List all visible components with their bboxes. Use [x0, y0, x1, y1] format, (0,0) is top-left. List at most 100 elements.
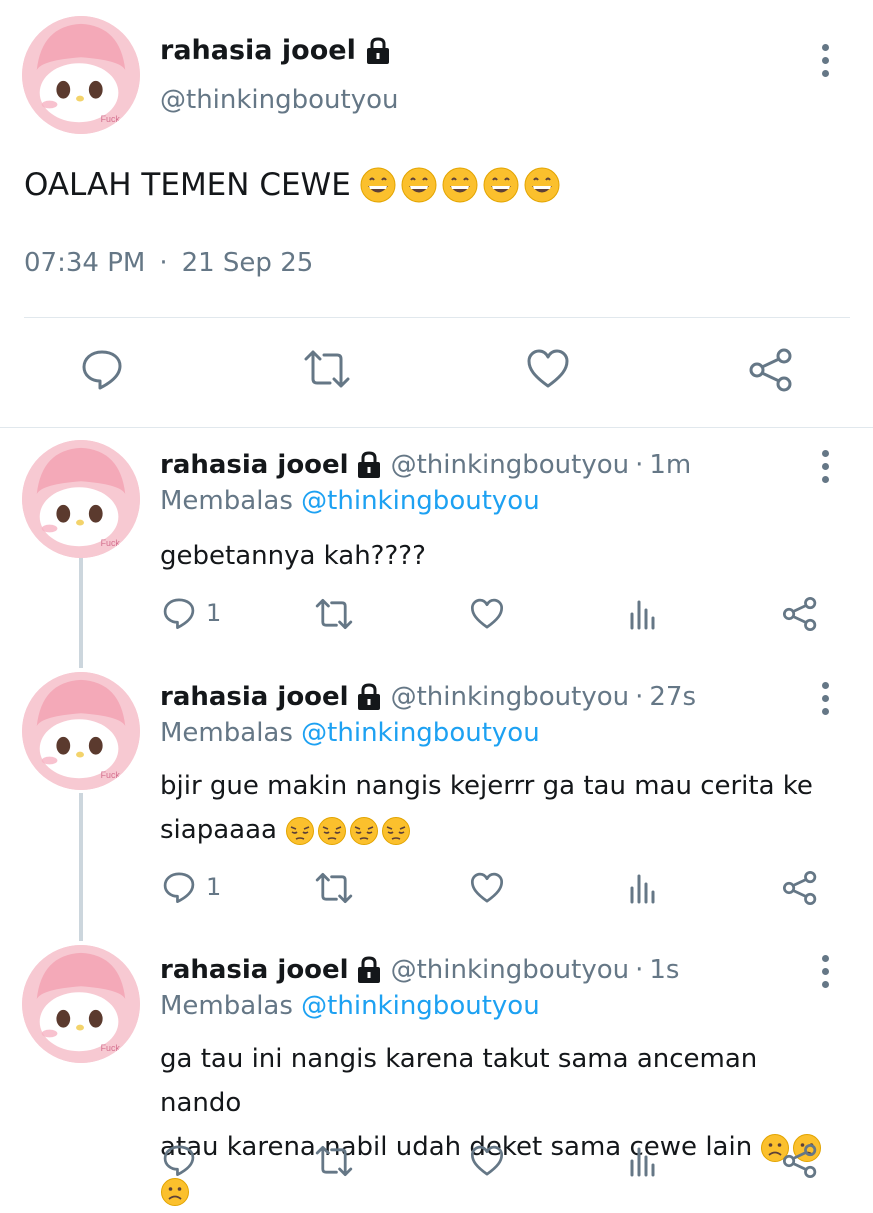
reply-button[interactable]: 1: [162, 870, 221, 904]
avatar[interactable]: Fuck: [22, 672, 140, 790]
retweet-button[interactable]: [302, 349, 352, 389]
more-icon[interactable]: [820, 682, 830, 715]
display-name[interactable]: rahasia jooel: [160, 955, 349, 985]
tweet-time[interactable]: 07:34 PM: [24, 248, 145, 278]
share-button[interactable]: [782, 596, 818, 632]
grin-emoji: [401, 167, 437, 203]
avatar-text: Fuck: [101, 1043, 121, 1053]
replying-prefix: Membalas: [160, 486, 293, 516]
like-icon: [470, 872, 504, 903]
retweet-button[interactable]: [314, 598, 354, 630]
retweet-icon: [315, 1146, 353, 1176]
retweet-icon: [304, 350, 350, 388]
replying-prefix: Membalas: [160, 718, 293, 748]
analytics-icon: [630, 600, 655, 630]
reply-time[interactable]: 27s: [649, 682, 696, 712]
like-button[interactable]: [470, 598, 504, 630]
mention-link[interactable]: @thinkingboutyou: [301, 486, 540, 516]
replying-prefix: Membalas: [160, 991, 293, 1021]
display-name[interactable]: rahasia jooel: [160, 35, 392, 66]
avatar-text: Fuck: [101, 770, 121, 780]
tweet-meta: 07:34 PM · 21 Sep 25: [24, 248, 313, 278]
meta-separator: ·: [635, 955, 644, 985]
avatar[interactable]: Fuck: [22, 16, 140, 134]
reply-text: bjir gue makin nangis kejerrr ga tau mau…: [160, 764, 840, 852]
reply-time[interactable]: 1m: [649, 450, 691, 480]
like-icon: [470, 598, 504, 629]
reply-header: rahasia jooel @thinkingboutyou · 1m: [160, 450, 691, 480]
more-icon[interactable]: [820, 44, 830, 77]
emoji-row: [359, 166, 561, 204]
meta-separator: ·: [635, 450, 644, 480]
reply-count: 1: [206, 873, 222, 901]
lock-icon: [357, 451, 380, 478]
reply-actions: [0, 1143, 873, 1183]
more-icon[interactable]: [820, 450, 830, 483]
reply-count: 1: [206, 599, 222, 627]
handle[interactable]: @thinkingboutyou: [391, 955, 630, 985]
meta-separator: ·: [159, 248, 168, 278]
retweet-button[interactable]: [314, 1145, 354, 1177]
grin-emoji: [442, 167, 478, 203]
like-icon: [470, 1145, 504, 1176]
reply-text-line: siapaaaa: [160, 808, 840, 852]
reply-icon: [163, 1145, 195, 1177]
mention-link[interactable]: @thinkingboutyou: [301, 718, 540, 748]
retweet-button[interactable]: [314, 872, 354, 904]
avatar-text: Fuck: [101, 114, 121, 124]
lock-icon: [357, 956, 380, 983]
analytics-icon: [630, 1147, 655, 1177]
reply-text-line: ga tau ini nangis karena takut sama ance…: [160, 1044, 758, 1118]
avatar-image: Fuck: [22, 945, 140, 1063]
reply-tweet[interactable]: Fuck rahasia jooel @thinkingboutyou · 27…: [0, 672, 873, 934]
analytics-button[interactable]: [628, 598, 658, 630]
retweet-icon: [315, 873, 353, 903]
tweet-actions: [0, 345, 873, 397]
reply-tweet[interactable]: Fuck rahasia jooel @thinkingboutyou · 1m…: [0, 440, 873, 665]
tweet-text: OALAH TEMEN CEWE: [24, 166, 561, 204]
replying-to: Membalas @thinkingboutyou: [160, 991, 540, 1021]
share-button[interactable]: [748, 347, 794, 393]
tweet-date[interactable]: 21 Sep 25: [182, 248, 314, 278]
reply-text: gebetannya kah????: [160, 541, 426, 571]
pensive-emoji: [318, 816, 347, 845]
grin-emoji: [360, 167, 396, 203]
display-name[interactable]: rahasia jooel: [160, 682, 349, 712]
analytics-button[interactable]: [628, 872, 658, 904]
avatar-image: Fuck: [22, 16, 140, 134]
avatar-image: Fuck: [22, 440, 140, 558]
reply-actions: 1: [0, 870, 873, 910]
like-button[interactable]: [470, 872, 504, 904]
avatar[interactable]: Fuck: [22, 945, 140, 1063]
avatar-text: Fuck: [101, 538, 121, 548]
handle[interactable]: @thinkingboutyou: [391, 450, 630, 480]
more-icon[interactable]: [820, 955, 830, 988]
pensive-emoji: [350, 816, 379, 845]
like-button[interactable]: [470, 1145, 504, 1177]
reply-text-content: siapaaaa: [160, 815, 277, 845]
reply-text-line: bjir gue makin nangis kejerrr ga tau mau…: [160, 771, 813, 801]
like-button[interactable]: [526, 349, 570, 389]
share-icon: [782, 1143, 817, 1179]
grin-emoji: [483, 167, 519, 203]
share-icon: [782, 596, 817, 632]
handle[interactable]: @thinkingboutyou: [160, 85, 399, 115]
reply-button[interactable]: 1: [162, 596, 221, 630]
share-button[interactable]: [782, 1143, 818, 1179]
reply-tweet[interactable]: Fuck rahasia jooel @thinkingboutyou · 1s…: [0, 945, 873, 1206]
display-name[interactable]: rahasia jooel: [160, 450, 349, 480]
pensive-emoji: [286, 816, 315, 845]
avatar[interactable]: Fuck: [22, 440, 140, 558]
reply-button[interactable]: [162, 1143, 206, 1177]
share-button[interactable]: [782, 870, 818, 906]
retweet-icon: [315, 599, 353, 629]
lock-icon: [357, 683, 380, 710]
analytics-button[interactable]: [628, 1145, 658, 1177]
lock-icon: [366, 36, 389, 64]
reply-header: rahasia jooel @thinkingboutyou · 1s: [160, 955, 679, 985]
reply-time[interactable]: 1s: [649, 955, 679, 985]
reply-header: rahasia jooel @thinkingboutyou · 27s: [160, 682, 696, 712]
mention-link[interactable]: @thinkingboutyou: [301, 991, 540, 1021]
reply-button[interactable]: [80, 347, 124, 391]
handle[interactable]: @thinkingboutyou: [391, 682, 630, 712]
